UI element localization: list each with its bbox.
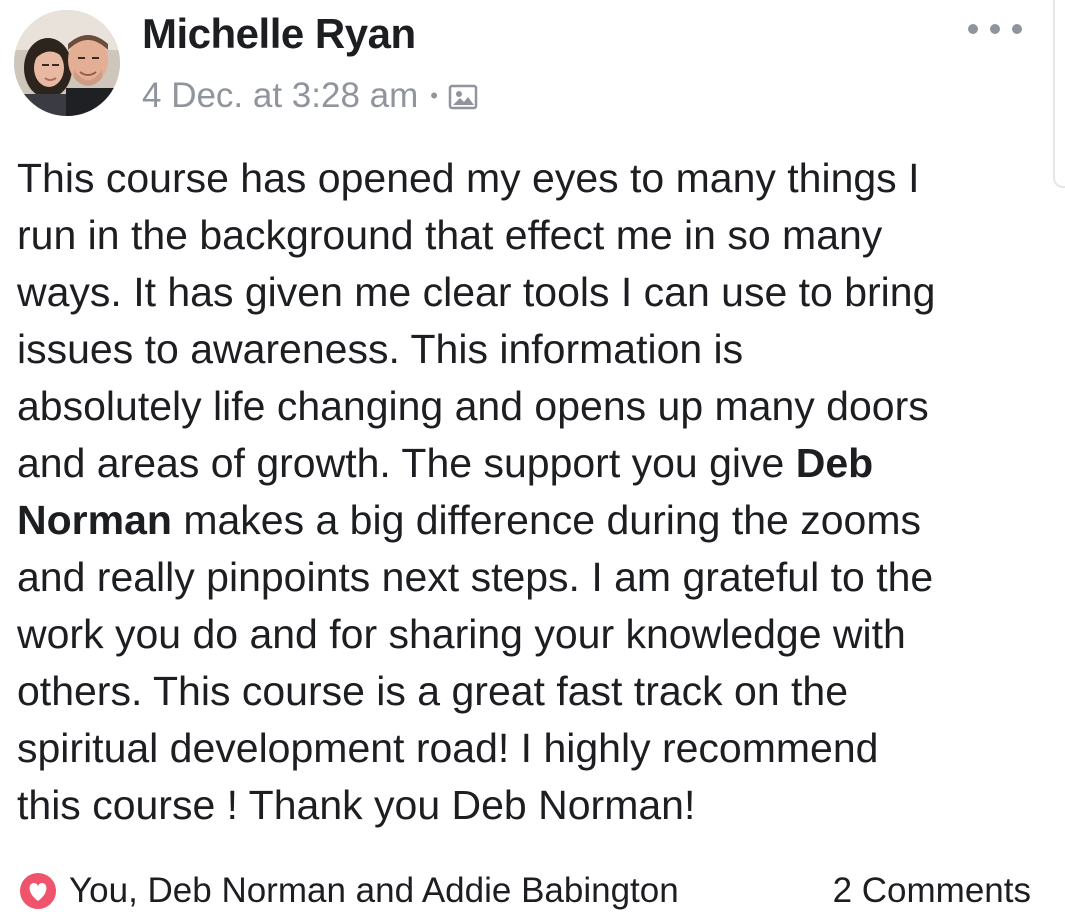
facebook-post: Michelle Ryan 4 Dec. at 3:28 am • This c… xyxy=(0,0,1065,922)
post-body-line: others. This course is a great fast trac… xyxy=(17,668,849,714)
more-dot-icon xyxy=(1012,24,1022,34)
post-body-line: run in the background that effect me in … xyxy=(17,212,883,258)
more-dot-icon xyxy=(968,24,978,34)
love-icon xyxy=(17,870,59,912)
post-body-text: makes a big difference during the zooms xyxy=(171,497,921,543)
mention-deb-norman-first[interactable]: Deb xyxy=(796,440,873,486)
more-options-button[interactable] xyxy=(968,14,1022,44)
post-body-line: issues to awareness. This information is xyxy=(17,326,744,372)
scrollbar-edge xyxy=(1053,0,1065,188)
post-body-line: this course ! Thank you Deb Norman! xyxy=(17,782,696,828)
post-body-line: ways. It has given me clear tools I can … xyxy=(17,269,936,315)
more-dot-icon xyxy=(990,24,1000,34)
reactions-names: You, Deb Norman and Addie Babington xyxy=(69,871,679,910)
post-timestamp[interactable]: 4 Dec. at 3:28 am xyxy=(142,76,418,116)
post-body: This course has opened my eyes to many t… xyxy=(17,150,1037,834)
post-body-line: absolutely life changing and opens up ma… xyxy=(17,383,929,429)
comments-count-link[interactable]: 2 Comments xyxy=(833,862,1031,920)
mention-deb-norman-last[interactable]: Norman xyxy=(17,497,172,543)
post-body-line: This course has opened my eyes to many t… xyxy=(17,155,920,201)
photo-icon xyxy=(448,81,478,111)
post-meta: 4 Dec. at 3:28 am • xyxy=(142,74,478,118)
author-name[interactable]: Michelle Ryan xyxy=(142,10,416,58)
meta-separator: • xyxy=(430,83,438,108)
post-body-line: spiritual development road! I highly rec… xyxy=(17,725,879,771)
avatar[interactable] xyxy=(14,10,120,116)
avatar-photo xyxy=(14,10,120,116)
post-body-line-with-mention: and areas of growth. The support you giv… xyxy=(17,435,1037,492)
post-body-line-with-mention: Norman makes a big difference during the… xyxy=(17,492,1037,549)
reactions-summary[interactable]: You, Deb Norman and Addie Babington xyxy=(17,862,679,920)
post-body-line: work you do and for sharing your knowled… xyxy=(17,611,906,657)
post-body-text: and areas of growth. The support you giv… xyxy=(17,440,796,486)
post-body-line: and really pinpoints next steps. I am gr… xyxy=(17,554,934,600)
